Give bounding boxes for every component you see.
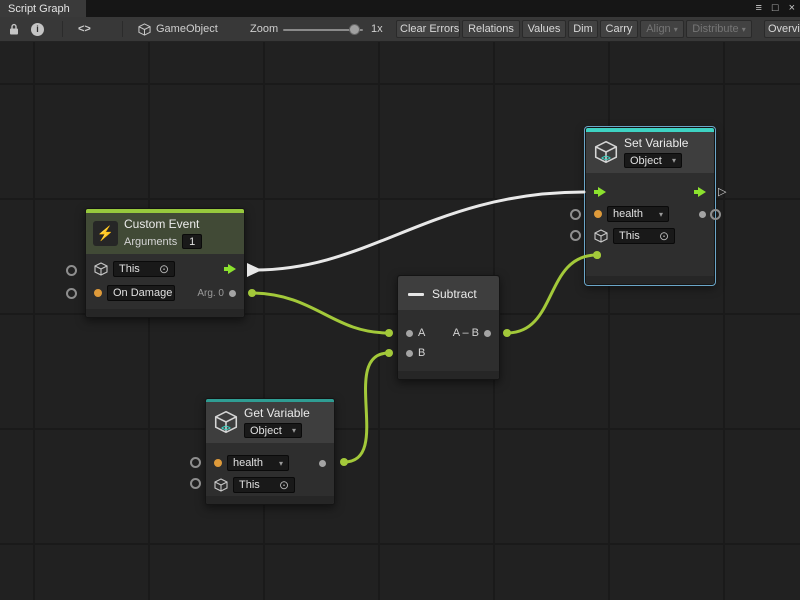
node-subtract[interactable]: Subtract A A – B B [397,275,500,380]
node-get-variable[interactable]: <> Get Variable Object ▾ health ▾ This [205,398,335,505]
flow-in-port[interactable] [594,187,606,197]
input-a-port[interactable] [406,330,413,337]
variable-scope-dropdown[interactable]: Object ▾ [244,423,302,438]
clear-errors-button[interactable]: Clear Errors [396,20,460,38]
chevron-down-icon: ▾ [659,210,663,219]
port-indicator[interactable] [570,230,581,241]
port-indicator[interactable] [66,265,77,276]
port-indicator[interactable] [570,209,581,220]
chevron-down-icon: ▾ [674,25,678,34]
node-footer [86,309,244,317]
name-port-icon [214,459,222,467]
node-footer [586,276,714,284]
variable-icon: <> [213,410,238,435]
dim-button[interactable]: Dim [568,20,598,38]
chevron-down-icon: ▾ [292,426,296,435]
code-view-icon[interactable]: <> [78,17,91,41]
port-indicator[interactable] [190,478,201,489]
overview-button[interactable]: Overview [764,20,800,38]
output-label: A – B [453,327,479,339]
arg0-out-port[interactable] [229,290,236,297]
node-footer [398,371,499,379]
values-button[interactable]: Values [522,20,566,38]
node-custom-event[interactable]: ⚡ Custom Event Arguments 1 This ⊙ On Dam… [85,208,245,318]
zoom-label: Zoom [250,17,278,41]
zoom-slider-handle[interactable] [349,24,360,35]
value-in-port[interactable] [594,252,601,259]
align-button[interactable]: Align ▾ [640,20,684,38]
graph-canvas[interactable]: ▷ ⚡ Custom Event Arguments 1 This ⊙ On D [0,42,800,600]
node-title: Subtract [432,287,477,301]
target-selector[interactable]: This ⊙ [613,228,675,244]
node-set-variable[interactable]: <> Set Variable Object ▾ health ▾ [585,127,715,285]
target-selector[interactable]: This ⊙ [233,477,295,493]
value-out-port[interactable] [319,460,326,467]
wire-value-arg0-to-a[interactable] [252,293,389,333]
gameobject-selector[interactable]: GameObject [138,17,218,41]
window-controls: ≡ □ × [755,0,795,17]
input-b-port[interactable] [406,350,413,357]
distribute-button[interactable]: Distribute ▾ [686,20,752,38]
node-title: Get Variable [244,406,310,420]
node-title: Set Variable [624,136,688,150]
tab-script-graph[interactable]: Script Graph [0,0,86,17]
variable-name-dropdown[interactable]: health ▾ [227,455,289,471]
target-picker-icon[interactable]: ⊙ [279,479,289,491]
node-title: Custom Event [124,217,202,231]
info-icon[interactable]: i [31,17,44,41]
event-port-icon [94,289,102,297]
port-indicator[interactable] [710,209,721,220]
cube-icon [214,478,228,492]
wire-value-subtract-to-setvar[interactable] [507,255,597,333]
arguments-input[interactable]: 1 [182,234,202,249]
variable-icon: <> [593,140,618,165]
target-picker-icon[interactable]: ⊙ [159,263,169,275]
chevron-down-icon: ▾ [279,459,283,468]
flow-out-port[interactable] [694,187,706,197]
port-indicator[interactable] [190,457,201,468]
name-port-icon [594,210,602,218]
zoom-value: 1x [371,17,383,41]
wire-flow-event-to-set[interactable] [250,192,584,270]
tab-bar: Script Graph ≡ □ × [0,0,800,17]
flow-out-port[interactable] [224,264,236,274]
gameobject-icon [138,23,151,36]
wire-flow-source-arrow [247,263,262,277]
input-a-label: A [418,327,425,339]
maximize-icon[interactable]: □ [772,3,779,14]
arg0-label: Arg. 0 [197,288,224,299]
wire-value-getvar-to-b[interactable] [344,353,389,462]
graph-toolbar: i <> GameObject Zoom 1x Clear Errors Rel… [0,17,800,42]
value-out-port[interactable] [699,211,706,218]
input-b-label: B [418,347,425,359]
event-name-field[interactable]: On Damage [107,285,175,301]
toolbar-separator [122,21,123,37]
carry-button[interactable]: Carry [600,20,638,38]
lock-icon[interactable] [8,17,20,41]
gameobject-label: GameObject [156,23,218,35]
flow-out-port-indicator[interactable]: ▷ [718,187,726,198]
chevron-down-icon: ▾ [742,25,746,34]
variable-scope-dropdown[interactable]: Object ▾ [624,153,682,168]
target-picker-icon[interactable]: ⊙ [659,230,669,242]
cube-icon [594,229,608,243]
variable-name-dropdown[interactable]: health ▾ [607,206,669,222]
port-indicator[interactable] [66,288,77,299]
custom-event-icon: ⚡ [93,221,118,246]
node-footer [206,496,334,504]
tab-title: Script Graph [8,3,70,15]
cube-icon [94,262,108,276]
chevron-down-icon: ▾ [672,156,676,165]
pane-menu-icon[interactable]: ≡ [755,3,761,14]
toolbar-separator [62,21,63,37]
subtract-icon [408,293,424,296]
output-port[interactable] [484,330,491,337]
close-icon[interactable]: × [789,3,795,14]
target-selector[interactable]: This ⊙ [113,261,175,277]
relations-button[interactable]: Relations [462,20,520,38]
arguments-label: Arguments [124,236,177,248]
